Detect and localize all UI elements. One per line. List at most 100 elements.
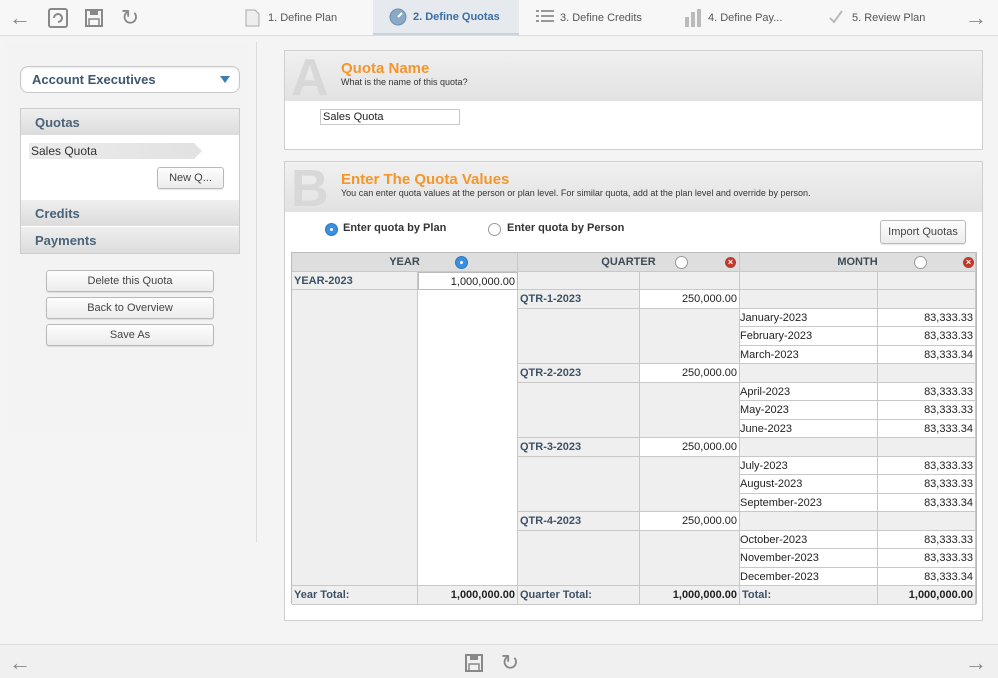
month-blank — [740, 364, 878, 383]
refresh-page-icon[interactable] — [46, 6, 70, 30]
quarter-filler — [518, 530, 640, 586]
step-define-payments[interactable]: 4. Define Pay... — [676, 0, 816, 35]
month-value: 83,333.34 — [878, 493, 976, 512]
month-blank — [878, 290, 976, 309]
month-blank — [878, 438, 976, 457]
quota-by-plan-radio[interactable] — [325, 223, 338, 236]
month-blank — [878, 364, 976, 383]
save-icon[interactable] — [462, 651, 486, 675]
month-total-label: Total: — [740, 586, 878, 605]
sidebar-item-payments[interactable]: Payments — [21, 227, 239, 253]
quota-values-section: B Enter The Quota Values You can enter q… — [284, 161, 983, 621]
month-value: 83,333.33 — [878, 327, 976, 346]
month-level-radio[interactable] — [914, 256, 927, 269]
step-review-plan[interactable]: 5. Review Plan — [824, 0, 950, 35]
quarter-label: QTR-2-2023 — [518, 364, 640, 383]
save-icon[interactable] — [82, 6, 106, 30]
month-blank — [878, 271, 976, 290]
bar-chart-icon — [684, 8, 702, 27]
month-label: June-2023 — [740, 419, 878, 438]
quarter-filler — [640, 308, 740, 364]
quarter-blank — [640, 271, 740, 290]
year-column-header: YEAR — [292, 253, 518, 272]
quota-list-item[interactable]: Sales Quota — [29, 143, 202, 159]
quarter-total-value: 1,000,000.00 — [640, 586, 740, 605]
quota-name-input[interactable]: Sales Quota — [320, 109, 460, 125]
quarter-filler — [518, 308, 640, 364]
month-value: 83,333.33 — [878, 530, 976, 549]
role-select[interactable]: Account Executives — [20, 66, 240, 93]
sidebar-panel: Quotas Sales Quota New Q... Credits Paym… — [20, 108, 240, 254]
back-to-overview-button[interactable]: Back to Overview — [46, 297, 214, 319]
section-letter-b: B — [291, 160, 329, 218]
bottom-toolbar: ← ↻ → — [0, 644, 998, 678]
forward-arrow-icon[interactable]: → — [964, 6, 988, 30]
import-quotas-button[interactable]: Import Quotas — [880, 220, 966, 244]
month-value: 83,333.34 — [878, 567, 976, 586]
gauge-icon — [389, 8, 407, 26]
year-filler — [292, 290, 418, 586]
month-value: 83,333.33 — [878, 308, 976, 327]
month-label: September-2023 — [740, 493, 878, 512]
back-arrow-icon[interactable]: ← — [8, 6, 32, 30]
section-title: Enter The Quota Values — [341, 171, 510, 188]
month-label: August-2023 — [740, 475, 878, 494]
step-define-credits[interactable]: 3. Define Credits — [528, 0, 668, 35]
quarter-filler — [640, 456, 740, 512]
month-label: January-2023 — [740, 308, 878, 327]
remove-quarter-level-icon[interactable]: × — [725, 257, 736, 268]
month-label: November-2023 — [740, 549, 878, 568]
chevron-down-icon — [220, 76, 230, 83]
check-icon — [828, 9, 846, 27]
month-value: 83,333.34 — [878, 419, 976, 438]
remove-month-level-icon[interactable]: × — [963, 257, 974, 268]
section-subtitle: You can enter quota values at the person… — [341, 188, 811, 198]
year-level-radio[interactable] — [455, 256, 468, 269]
step-define-plan[interactable]: 1. Define Plan — [236, 0, 366, 35]
month-value: 83,333.33 — [878, 456, 976, 475]
sidebar-item-quotas[interactable]: Quotas — [21, 109, 239, 135]
month-column-header: MONTH — [740, 253, 976, 272]
month-value: 83,333.33 — [878, 549, 976, 568]
month-label: July-2023 — [740, 456, 878, 475]
redo-icon[interactable]: ↻ — [498, 651, 522, 675]
month-blank — [740, 438, 878, 457]
quarter-filler — [640, 530, 740, 586]
quota-table: YEAR QUARTER MONTH × × YEAR-2023 1,000,000.00 Q… — [291, 252, 977, 605]
quarter-column-header: QUARTER — [518, 253, 740, 272]
month-blank — [740, 271, 878, 290]
month-blank — [740, 512, 878, 531]
quarter-value: 250,000.00 — [640, 438, 740, 457]
new-quota-button[interactable]: New Q... — [157, 167, 224, 189]
list-icon — [536, 9, 554, 27]
step-define-quotas[interactable]: 2. Define Quotas — [373, 0, 519, 35]
save-as-button[interactable]: Save As — [46, 324, 214, 346]
month-blank — [878, 512, 976, 531]
sidebar: Account Executives Quotas Sales Quota Ne… — [6, 42, 248, 432]
section-letter-a: A — [291, 49, 329, 107]
quarter-label: QTR-4-2023 — [518, 512, 640, 531]
quarter-filler — [518, 382, 640, 438]
month-label: March-2023 — [740, 345, 878, 364]
month-blank — [740, 290, 878, 309]
section-title: Quota Name — [341, 60, 430, 77]
quarter-level-radio[interactable] — [675, 256, 688, 269]
year-label: YEAR-2023 — [292, 271, 418, 290]
quarter-value: 250,000.00 — [640, 290, 740, 309]
back-arrow-icon[interactable]: ← — [8, 651, 32, 675]
quarter-value: 250,000.00 — [640, 512, 740, 531]
quarter-blank — [518, 271, 640, 290]
year-value-filler — [418, 290, 518, 586]
delete-quota-button[interactable]: Delete this Quota — [46, 270, 214, 292]
redo-icon[interactable]: ↻ — [118, 6, 142, 30]
quarter-total-label: Quarter Total: — [518, 586, 640, 605]
month-label: May-2023 — [740, 401, 878, 420]
month-total-value: 1,000,000.00 — [878, 586, 976, 605]
sidebar-item-credits[interactable]: Credits — [21, 200, 239, 226]
month-value: 83,333.33 — [878, 401, 976, 420]
year-total-value: 1,000,000.00 — [418, 586, 518, 605]
forward-arrow-icon[interactable]: → — [964, 651, 988, 675]
month-label: April-2023 — [740, 382, 878, 401]
quota-by-person-radio[interactable] — [488, 223, 501, 236]
year-value-input[interactable]: 1,000,000.00 — [418, 271, 518, 290]
